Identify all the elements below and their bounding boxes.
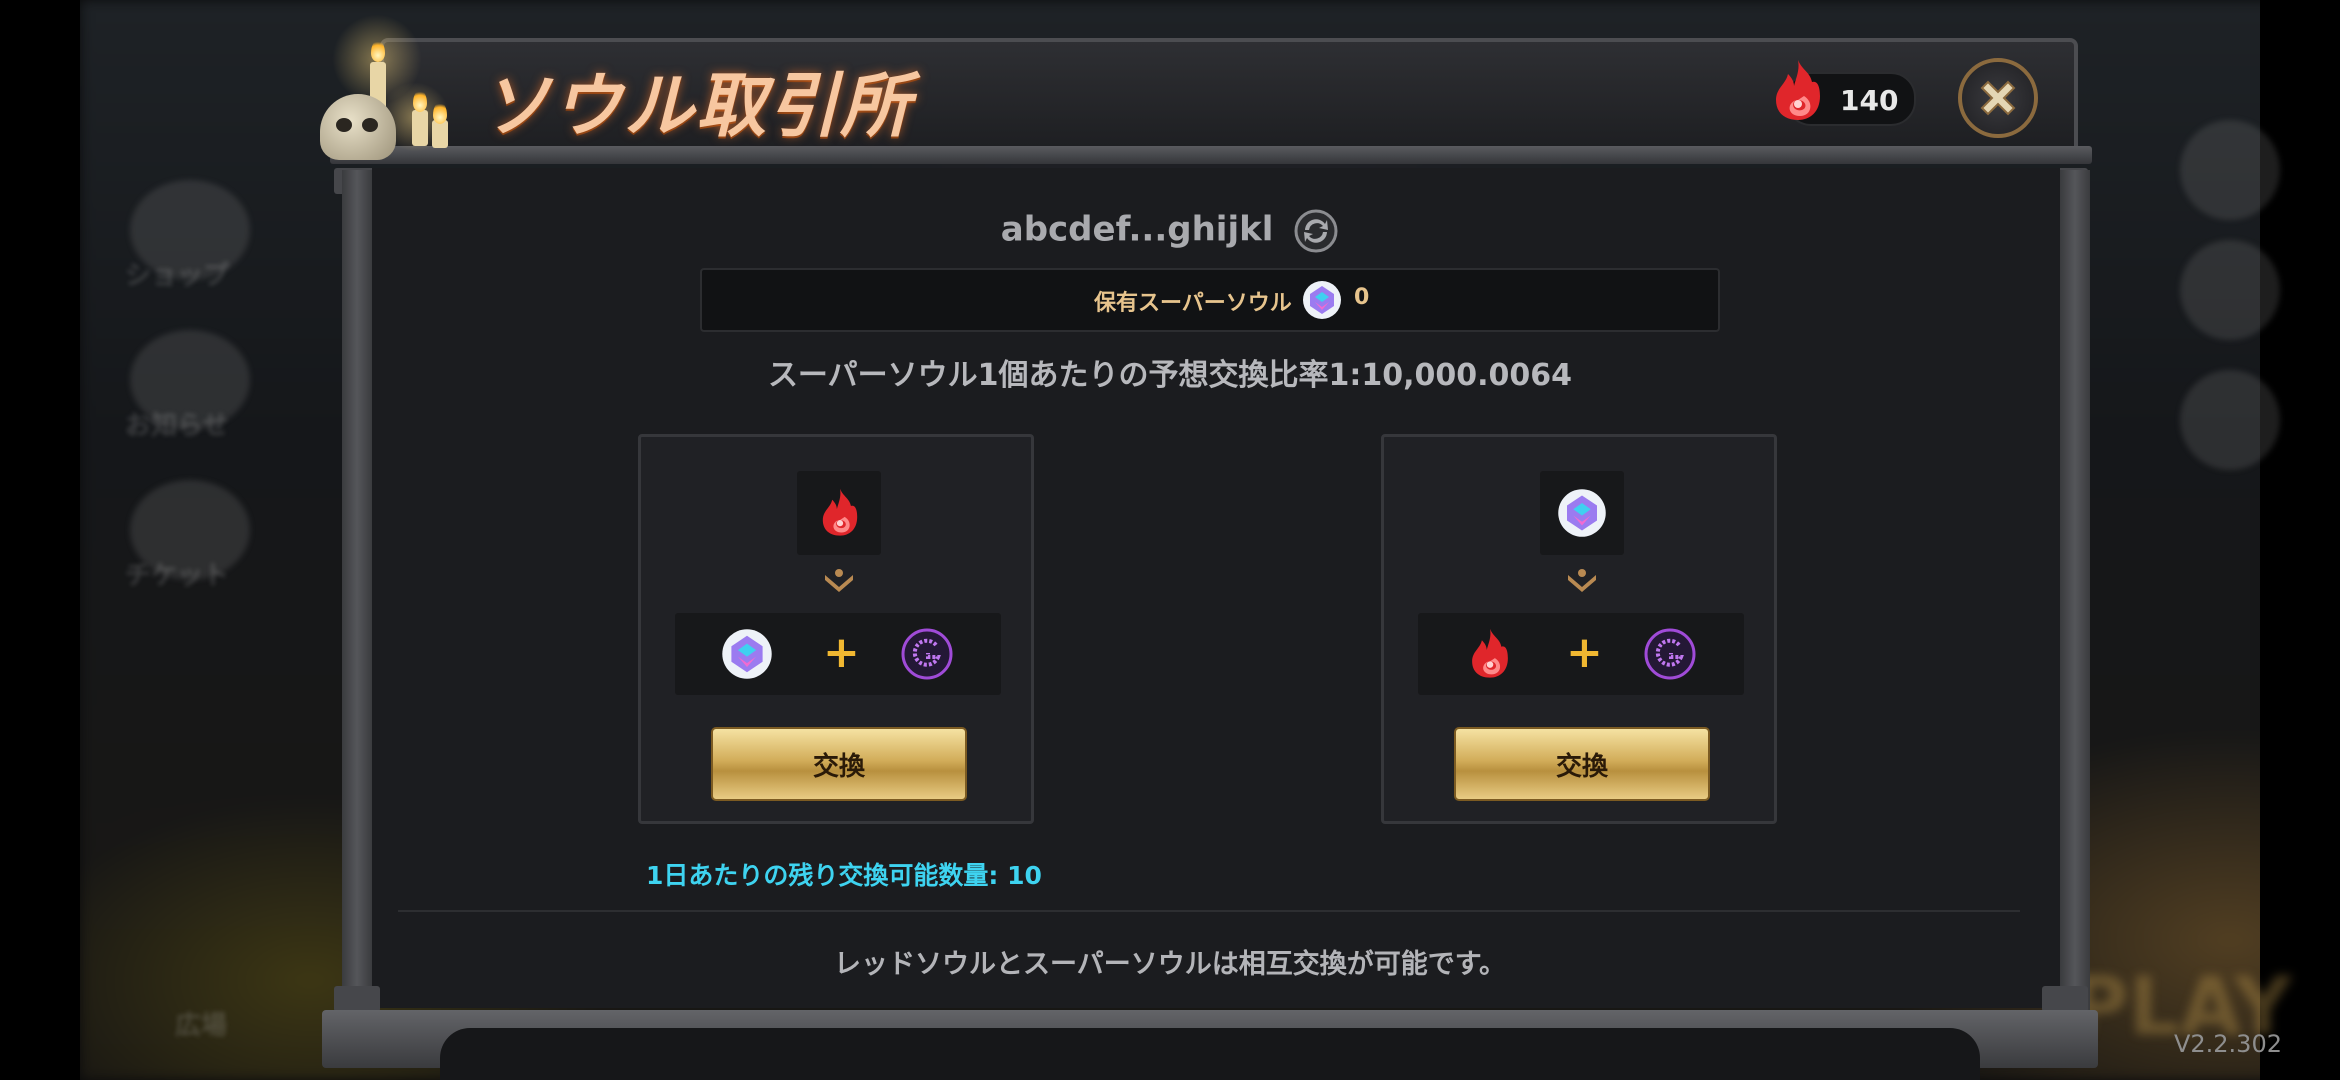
red-soul-balance-value: 140 <box>1840 84 1899 117</box>
skull-icon <box>320 94 396 160</box>
skull-eye <box>362 118 378 132</box>
exchange-card-red-to-super: + 交換 <box>638 434 1034 824</box>
version-label: V2.2.302 <box>2173 1030 2282 1058</box>
panel-bottom-inner <box>440 1028 1980 1080</box>
candle-short <box>412 110 428 146</box>
plus-icon: + <box>1566 627 1603 678</box>
candle-flame-icon <box>413 90 427 112</box>
source-slot <box>1540 471 1624 555</box>
pillar-cap-bl <box>334 986 380 1012</box>
exchange-note: レッドソウルとスーパーソウルは相互交換が可能です。 <box>833 949 1507 980</box>
owned-super-soul-label: 保有スーパーソウル <box>1094 291 1292 316</box>
red-soul-icon <box>1472 628 1508 678</box>
g-token-icon <box>901 628 953 680</box>
super-soul-icon <box>1558 489 1606 537</box>
chevron-down-icon <box>825 569 853 592</box>
g-token-icon <box>1644 628 1696 680</box>
bg-right-icon-2 <box>2180 240 2280 340</box>
daily-remaining-text: 1日あたりの残り交換可能数量: 10 <box>646 861 1042 890</box>
chevron-down-icon <box>1568 569 1596 592</box>
left-letterbox <box>0 0 80 1080</box>
panel-pillar-right <box>2060 170 2090 1010</box>
pillar-cap-br <box>2042 986 2088 1012</box>
divider <box>398 910 2020 912</box>
plus-icon: + <box>823 627 860 678</box>
exchange-button-right[interactable]: 交換 <box>1454 727 1710 801</box>
wallet-address-row: abcdef...ghijkl <box>0 208 2340 254</box>
exchange-rate-text: スーパーソウル1個あたりの予想交換比率1:10,000.0064 <box>767 358 1573 393</box>
bg-right-icon-1 <box>2180 120 2280 220</box>
owned-super-soul-box: 保有スーパーソウル 0 <box>700 268 1720 332</box>
page-title: ソウル取引所 <box>480 65 912 147</box>
candle-flame-icon <box>371 40 385 62</box>
exchange-card-super-to-red: + 交換 <box>1381 434 1777 824</box>
bg-side-menu-news: お知らせ <box>125 411 229 441</box>
bg-side-menu-ticket: チケット <box>125 561 230 591</box>
bg-side-menu-shop: ショップ <box>125 261 230 291</box>
close-icon <box>1980 80 2016 116</box>
candle-small <box>432 120 448 148</box>
close-button[interactable] <box>1958 58 2038 138</box>
result-slot: + <box>675 613 1001 695</box>
candle-flame-icon <box>433 102 447 124</box>
super-soul-icon <box>722 629 772 679</box>
exchange-button-left[interactable]: 交換 <box>711 727 967 801</box>
red-soul-icon <box>822 488 858 536</box>
super-soul-icon <box>1303 281 1341 319</box>
red-soul-icon <box>1776 60 1820 120</box>
owned-super-soul-value: 0 <box>1354 285 1370 310</box>
bg-side-menu-plaza: 広場 <box>175 1011 228 1041</box>
refresh-icon[interactable] <box>1293 208 1339 254</box>
skull-eye <box>336 118 352 132</box>
wallet-address: abcdef...ghijkl <box>1000 209 1274 250</box>
panel-pillar-left <box>342 170 372 1010</box>
result-slot: + <box>1418 613 1744 695</box>
source-slot <box>797 471 881 555</box>
